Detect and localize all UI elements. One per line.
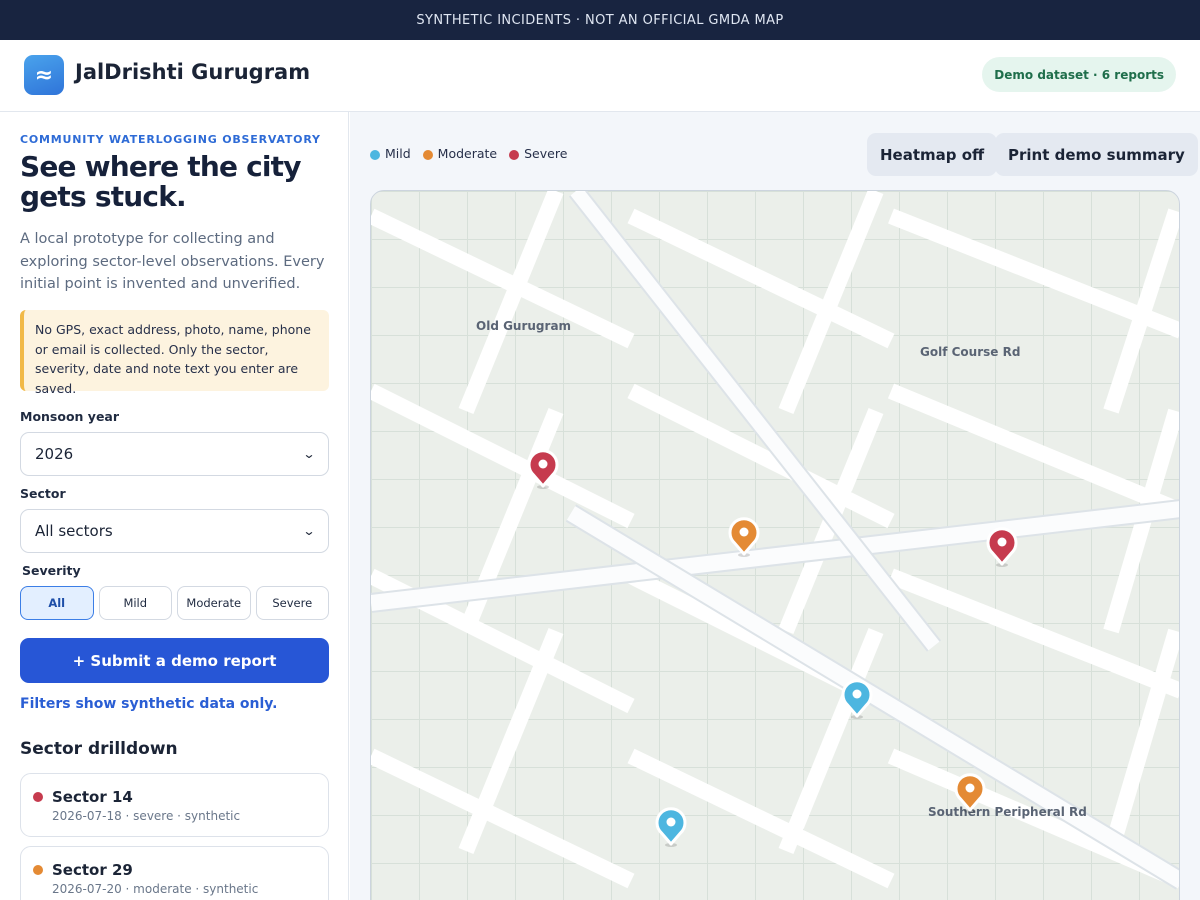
sector-meta: 2026-07-20 · moderate · synthetic: [52, 882, 259, 896]
sector-value: All sectors: [35, 522, 113, 540]
legend-item-severe: Severe: [509, 146, 567, 161]
map-pin-icon: [527, 449, 559, 489]
app-title: JalDrishti Gurugram: [75, 60, 311, 84]
sector-meta: 2026-07-18 · severe · synthetic: [52, 809, 241, 823]
chevron-down-icon: ⌄: [302, 447, 316, 461]
map-canvas[interactable]: Old Gurugram Golf Course Rd Southern Per…: [370, 190, 1180, 900]
incident-marker-mild[interactable]: [654, 805, 688, 849]
legend-item-moderate: Moderate: [422, 146, 498, 161]
app-header: ≈ JalDrishti Gurugram Demo dataset · 6 r…: [0, 40, 1200, 112]
legend-label: Mild: [385, 146, 411, 161]
incident-marker-mild[interactable]: [840, 677, 874, 721]
road-network: [371, 191, 1179, 890]
map-pin-icon: [655, 807, 687, 847]
synthetic-banner: SYNTHETIC INCIDENTS · NOT AN OFFICIAL GM…: [0, 0, 1200, 40]
year-value: 2026: [35, 445, 74, 463]
print-summary-button[interactable]: Print demo summary: [995, 133, 1198, 176]
legend-label: Moderate: [437, 146, 498, 161]
incident-marker-moderate[interactable]: [953, 771, 987, 815]
block-streets: [371, 191, 1179, 889]
submit-report-button[interactable]: + Submit a demo report: [20, 638, 329, 683]
legend-item-mild: Mild: [370, 146, 411, 161]
page-headline: See where the city gets stuck.: [20, 150, 302, 213]
severity-all-button[interactable]: All: [20, 586, 94, 620]
severity-moderate-button[interactable]: Moderate: [177, 586, 251, 620]
place-label-southern-peripheral-rd: Southern Peripheral Rd: [928, 805, 1087, 819]
drilldown-title: Sector drilldown: [20, 739, 178, 759]
sector-name: Sector 14: [52, 788, 133, 806]
sector-card[interactable]: Sector 14 2026-07-18 · severe · syntheti…: [20, 773, 329, 837]
legend-dot: [422, 149, 433, 160]
severity-severe-button[interactable]: Severe: [255, 586, 329, 620]
year-select[interactable]: 2026 ⌄: [20, 432, 329, 476]
sidebar: COMMUNITY WATERLOGGING OBSERVATORY See w…: [0, 112, 349, 900]
map-panel: Mild Moderate Severe Heatmap off Print d…: [350, 112, 1200, 900]
map-pin-icon: [728, 517, 760, 557]
year-label: Monsoon year: [20, 409, 120, 424]
severity-dot: [33, 792, 43, 802]
banner-text: SYNTHETIC INCIDENTS · NOT AN OFFICIAL GM…: [416, 12, 784, 28]
incident-marker-severe[interactable]: [526, 447, 560, 491]
map-pin-icon: [986, 527, 1018, 567]
severity-mild-button[interactable]: Mild: [98, 586, 172, 620]
severity-dot: [33, 865, 43, 875]
severity-label: Severity: [22, 563, 81, 578]
heatmap-toggle-button[interactable]: Heatmap off: [867, 133, 998, 176]
chevron-down-icon: ⌄: [302, 524, 316, 538]
sector-card[interactable]: Sector 29 2026-07-20 · moderate · synthe…: [20, 846, 329, 900]
sector-name: Sector 29: [52, 861, 133, 879]
map-pin-icon: [954, 773, 986, 813]
legend-dot: [509, 149, 520, 160]
filter-note: Filters show synthetic data only.: [20, 696, 278, 712]
sector-label: Sector: [20, 486, 66, 501]
wave-logo-icon: ≈: [24, 55, 64, 95]
sector-select[interactable]: All sectors ⌄: [20, 509, 329, 553]
intro-text: A local prototype for collecting and exp…: [20, 231, 325, 292]
dataset-badge: Demo dataset · 6 reports: [982, 57, 1176, 92]
privacy-note: No GPS, exact address, photo, name, phon…: [20, 310, 329, 396]
place-label-golf-course-rd: Golf Course Rd: [920, 345, 1021, 359]
legend-label: Severe: [524, 146, 568, 161]
incident-marker-severe[interactable]: [985, 525, 1019, 569]
place-label-old-gurugram: Old Gurugram: [476, 319, 572, 333]
eyebrow: COMMUNITY WATERLOGGING OBSERVATORY: [20, 133, 321, 146]
legend-dot: [370, 149, 380, 160]
incident-marker-moderate[interactable]: [727, 515, 761, 559]
map-pin-icon: [841, 679, 873, 719]
severity-filter: All Mild Moderate Severe: [20, 586, 329, 620]
severity-legend: Mild Moderate Severe: [370, 146, 579, 161]
